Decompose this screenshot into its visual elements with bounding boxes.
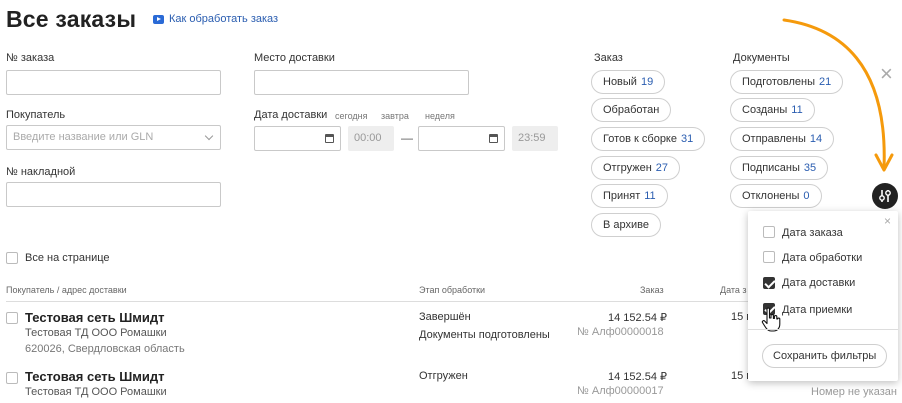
calendar-icon [489,134,498,143]
buyer-label: Покупатель [6,109,66,121]
option-checkbox[interactable] [763,251,775,263]
row-order-number: № Алф00000018 [577,326,664,338]
row-amount: 14 152.54 ₽ [608,312,667,324]
arrow-annotation [782,18,894,172]
pill-label: Новый [603,76,637,88]
pill-label: Отгружен [603,162,652,174]
quick-tomorrow[interactable]: завтра [381,111,409,121]
close-icon[interactable]: × [884,214,891,228]
order-no-label: № заказа [6,52,55,64]
pill-count: 0 [803,190,810,202]
pill-docs-rejected[interactable]: Отклонены 0 [730,184,822,208]
chevron-down-icon [204,131,214,141]
filter-settings-button[interactable] [872,183,898,209]
pill-label: В архиве [603,219,649,231]
pill-label: Принят [603,190,641,202]
option-acceptance-date[interactable]: Дата приемки [782,304,852,316]
invoice-input[interactable] [6,182,221,207]
pill-processed[interactable]: Обработан [591,98,672,122]
order-status-title: Заказ [594,52,623,64]
pill-count: 19 [640,76,654,88]
delivery-place-label: Место доставки [254,52,335,64]
date-from-input[interactable] [254,126,341,151]
row-stage: Отгружен [419,370,468,382]
date-range-dash: — [401,131,413,145]
panel-divider [748,329,898,330]
quick-week[interactable]: неделя [425,111,455,121]
option-checkbox[interactable] [763,226,775,238]
date-columns-panel: × Дата заказа Дата обработки Дата достав… [748,211,898,381]
pill-count: 31 [681,133,694,145]
pill-ready[interactable]: Готов к сборке 31 [591,127,706,151]
row-amount: 14 152.54 ₽ [608,371,667,383]
buyer-select[interactable]: Введите название или GLN [6,125,221,150]
quick-today[interactable]: сегодня [335,111,368,121]
order-no-input[interactable] [6,70,221,95]
row-order-number: № Алф00000017 [577,385,664,397]
option-delivery-date[interactable]: Дата доставки [782,277,855,289]
play-icon [153,14,164,24]
col-header-stage: Этап обработки [419,285,486,295]
save-filters-button[interactable]: Сохранить фильтры [762,344,888,368]
option-checkbox-checked[interactable] [763,277,775,289]
pill-shipped[interactable]: Отгружен 27 [591,156,681,180]
option-processing-date[interactable]: Дата обработки [782,252,862,264]
select-all-label: Все на странице [25,252,110,264]
row-company: Тестовая ТД ООО Ромашки [25,386,167,398]
col-header-buyer: Покупатель / адрес доставки [6,285,127,295]
select-all-checkbox[interactable] [6,252,18,264]
option-order-date[interactable]: Дата заказа [782,227,843,239]
filter-sliders-icon [879,190,891,202]
pill-label: Готов к сборке [603,133,677,145]
pill-count: 11 [644,190,656,202]
date-to-input[interactable] [418,126,505,151]
invoice-label: № накладной [6,166,76,178]
howto-link-label: Как обработать заказ [169,13,279,25]
howto-link[interactable]: Как обработать заказ [153,13,278,25]
calendar-icon [325,134,334,143]
row-buyer-name[interactable]: Тестовая сеть Шмидт [25,310,165,325]
delivery-date-label: Дата доставки [254,109,328,121]
col-header-order: Заказ [640,285,664,295]
delivery-place-input[interactable] [254,70,469,95]
pill-accepted[interactable]: Принят 11 [591,184,668,208]
row-address: 620026, Свердловская область [25,343,185,355]
row-buyer-name[interactable]: Тестовая сеть Шмидт [25,369,165,384]
pill-label: Отклонены [742,190,800,202]
pill-new[interactable]: Новый 19 [591,70,666,94]
time-to-input[interactable]: 23:59 [512,126,558,151]
row-checkbox[interactable] [6,372,18,384]
row-number-missing: Номер не указан [811,386,897,398]
page-title: Все заказы [6,6,137,32]
row-checkbox[interactable] [6,312,18,324]
pill-archive[interactable]: В архиве [591,213,661,237]
buyer-placeholder: Введите название или GLN [13,131,154,143]
row-stage: Завершён [419,311,471,323]
time-from-input[interactable]: 00:00 [348,126,394,151]
pill-label: Обработан [603,104,660,116]
row-stage-docs: Документы подготовлены [419,329,550,341]
col-header-date: Дата з [720,285,747,295]
pill-count: 27 [655,162,669,174]
row-company: Тестовая ТД ООО Ромашки [25,327,167,339]
